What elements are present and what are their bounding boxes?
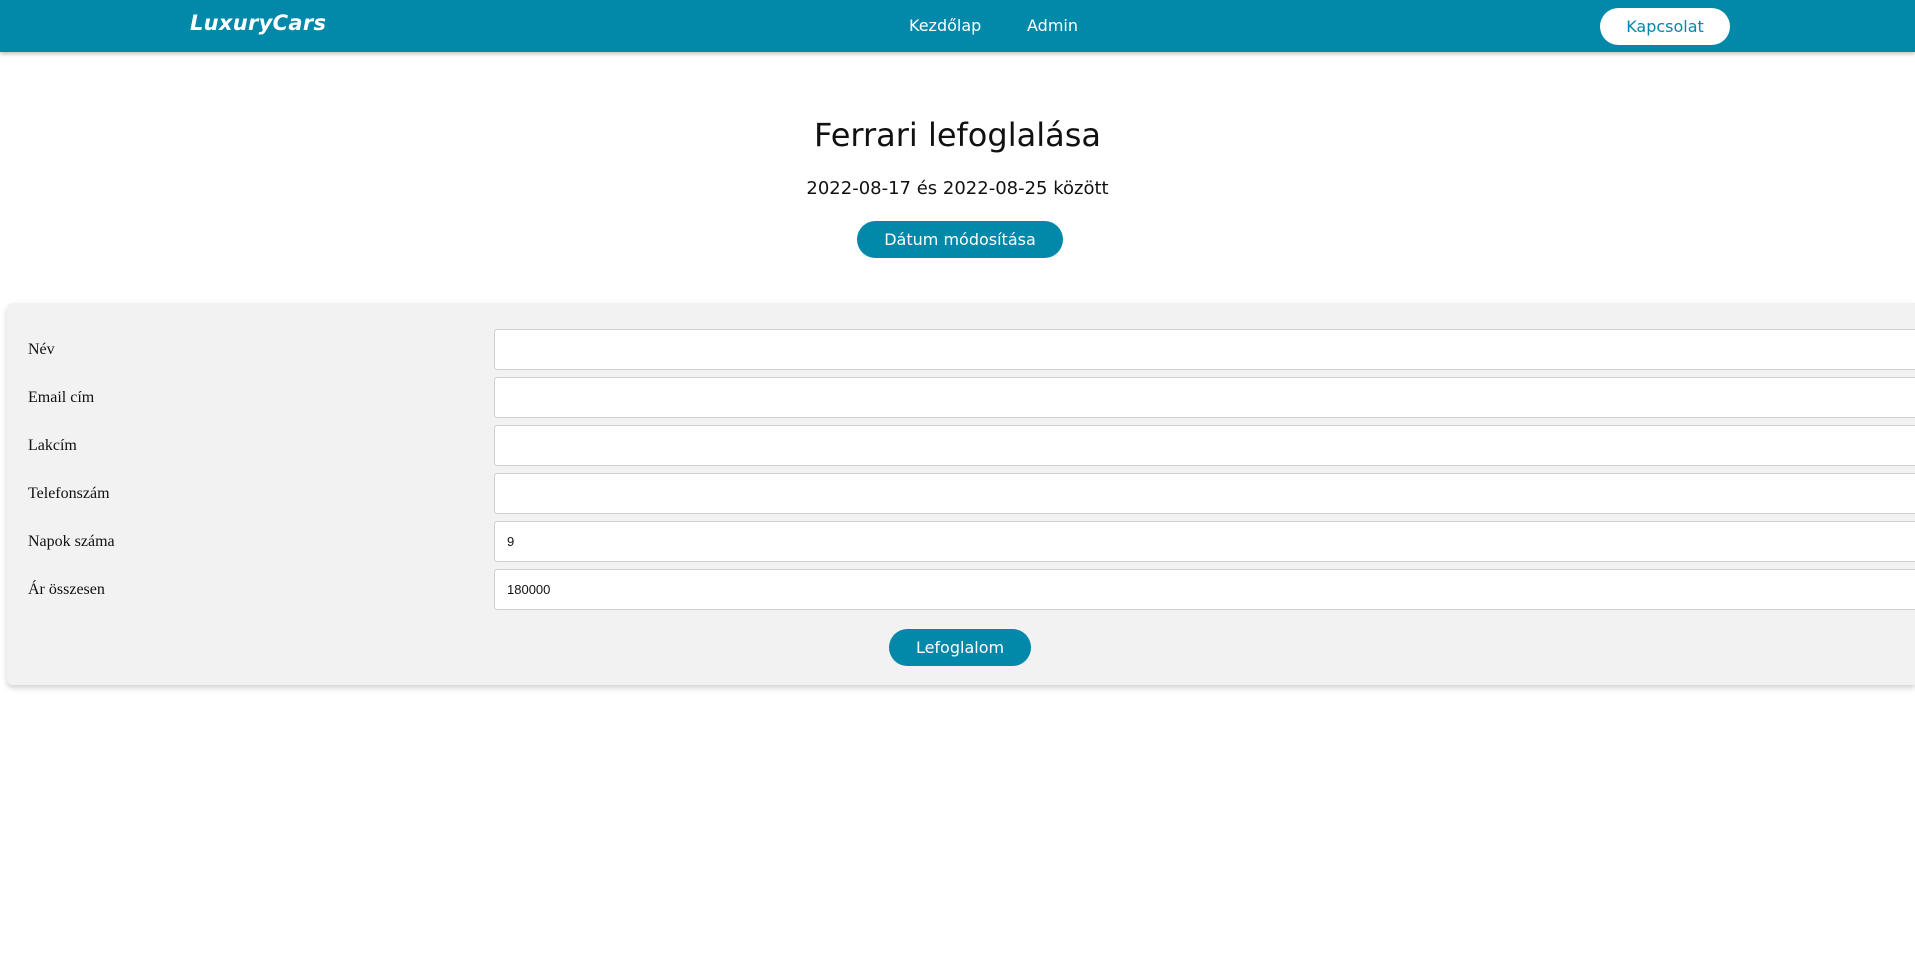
total-price-label: Ár összesen: [28, 581, 105, 598]
name-label: Név: [28, 341, 55, 358]
form-row-total-price: Ár összesen: [7, 569, 1915, 610]
book-button[interactable]: Lefoglalom: [889, 629, 1031, 666]
form-row-days: Napok száma: [7, 521, 1915, 562]
email-label: Email cím: [28, 389, 95, 406]
phone-input[interactable]: [494, 473, 1915, 514]
email-input[interactable]: [494, 377, 1915, 418]
total-price-input[interactable]: [494, 569, 1915, 610]
days-label: Napok száma: [28, 533, 115, 550]
days-input[interactable]: [494, 521, 1915, 562]
form-row-phone: Telefonszám: [7, 473, 1915, 514]
name-input[interactable]: [494, 329, 1915, 370]
phone-label: Telefonszám: [28, 485, 110, 502]
page-title: Ferrari lefoglalása: [814, 116, 1101, 154]
contact-button[interactable]: Kapcsolat: [1600, 8, 1730, 45]
address-label: Lakcím: [28, 437, 77, 454]
booking-form: Név Email cím Lakcím Telefonszám Napok s…: [7, 303, 1915, 685]
nav-link-admin[interactable]: Admin: [1027, 16, 1078, 35]
address-input[interactable]: [494, 425, 1915, 466]
navbar: LuxuryCars Kezdőlap Admin Kapcsolat: [0, 0, 1915, 52]
nav-link-home[interactable]: Kezdőlap: [909, 16, 981, 35]
form-row-address: Lakcím: [7, 425, 1915, 466]
date-range: 2022-08-17 és 2022-08-25 között: [806, 178, 1109, 199]
change-date-button[interactable]: Dátum módosítása: [857, 221, 1063, 258]
form-row-email: Email cím: [7, 377, 1915, 418]
form-row-name: Név: [7, 329, 1915, 370]
logo[interactable]: LuxuryCars: [190, 11, 326, 35]
